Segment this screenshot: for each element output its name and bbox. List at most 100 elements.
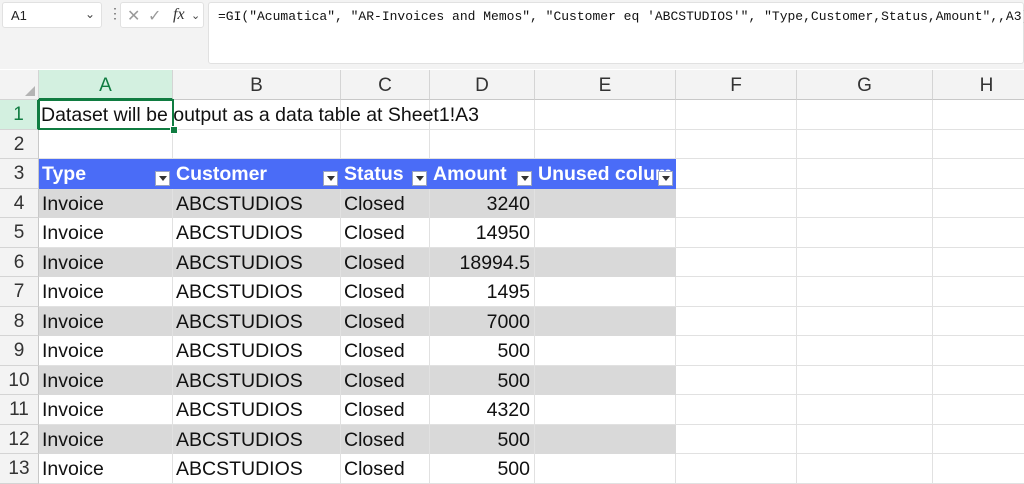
row-header-6[interactable]: 6 bbox=[0, 247, 39, 277]
table-cell[interactable]: Invoice bbox=[39, 336, 172, 366]
row-header-3[interactable]: 3 bbox=[0, 159, 39, 189]
table-cell[interactable]: ABCSTUDIOS bbox=[173, 277, 340, 307]
table-header-cell[interactable]: Customer bbox=[173, 159, 341, 189]
table-cell[interactable]: Closed bbox=[341, 218, 429, 248]
filter-dropdown-icon[interactable] bbox=[658, 171, 673, 186]
table-cell[interactable]: Invoice bbox=[39, 306, 172, 336]
chevron-down-icon[interactable]: ⌄ bbox=[85, 7, 95, 21]
column-header-d[interactable]: D bbox=[430, 70, 535, 100]
table-cell[interactable]: Invoice bbox=[39, 454, 172, 484]
table-cell[interactable]: Closed bbox=[341, 424, 429, 454]
chevron-down-icon[interactable]: ⌄ bbox=[191, 9, 200, 22]
row-header-10[interactable]: 10 bbox=[0, 365, 39, 395]
column-header-g[interactable]: G bbox=[797, 70, 933, 100]
formula-input[interactable]: =GI("Acumatica", "AR-Invoices and Memos"… bbox=[208, 2, 1024, 64]
table-cell[interactable]: 18994.5 bbox=[430, 247, 534, 277]
table-cell[interactable]: ABCSTUDIOS bbox=[173, 306, 340, 336]
table-cell[interactable] bbox=[535, 188, 676, 218]
table-cell[interactable]: Closed bbox=[341, 365, 429, 395]
table-cell[interactable] bbox=[535, 247, 676, 277]
table-cell[interactable] bbox=[535, 218, 676, 248]
row-header-4[interactable]: 4 bbox=[0, 188, 39, 218]
cancel-icon[interactable]: ✕ bbox=[127, 6, 140, 26]
fill-handle[interactable] bbox=[170, 126, 178, 134]
table-cell[interactable]: Invoice bbox=[39, 247, 172, 277]
row-header-13[interactable]: 13 bbox=[0, 454, 39, 484]
table-cell[interactable] bbox=[535, 454, 676, 484]
table-cell[interactable] bbox=[535, 336, 676, 366]
row-header-2[interactable]: 2 bbox=[0, 129, 39, 159]
table-cell[interactable]: Invoice bbox=[39, 424, 172, 454]
table-header-cell[interactable]: Status bbox=[341, 159, 430, 189]
table-cell[interactable] bbox=[535, 395, 676, 425]
name-box[interactable]: A1 ⌄ bbox=[2, 2, 102, 28]
table-cell[interactable]: 4320 bbox=[430, 395, 534, 425]
row-header-5[interactable]: 5 bbox=[0, 218, 39, 248]
row-header-11[interactable]: 11 bbox=[0, 395, 39, 425]
column-header-e[interactable]: E bbox=[535, 70, 676, 100]
enter-check-icon[interactable]: ✓ bbox=[148, 6, 161, 26]
table-cell[interactable]: ABCSTUDIOS bbox=[173, 424, 340, 454]
table-cell[interactable]: Invoice bbox=[39, 188, 172, 218]
table-cell[interactable]: ABCSTUDIOS bbox=[173, 365, 340, 395]
filter-dropdown-icon[interactable] bbox=[155, 171, 170, 186]
cell-a1-text[interactable]: Dataset will be output as a data table a… bbox=[41, 100, 479, 130]
table-cell[interactable]: Closed bbox=[341, 454, 429, 484]
table-cell[interactable]: Invoice bbox=[39, 395, 172, 425]
column-header-c[interactable]: C bbox=[341, 70, 430, 100]
table-cell[interactable]: Closed bbox=[341, 306, 429, 336]
column-header-b[interactable]: B bbox=[173, 70, 341, 100]
table-cell[interactable]: Closed bbox=[341, 395, 429, 425]
table-cell[interactable]: Invoice bbox=[39, 277, 172, 307]
table-cell[interactable] bbox=[535, 365, 676, 395]
table-cell[interactable]: Closed bbox=[341, 277, 429, 307]
table-cell[interactable]: 500 bbox=[430, 336, 534, 366]
formula-bar: A1 ⌄ ⋮ ✕ ✓ fx ⌄ =GI("Acumatica", "AR-Inv… bbox=[0, 0, 1024, 69]
name-box-value: A1 bbox=[11, 8, 27, 23]
table-cell[interactable]: Closed bbox=[341, 336, 429, 366]
table-cell[interactable] bbox=[535, 306, 676, 336]
table-header-label: Unused colum bbox=[538, 163, 673, 185]
column-header-a[interactable]: A bbox=[39, 70, 173, 100]
select-all-icon bbox=[25, 86, 35, 96]
table-header-cell[interactable]: Amount bbox=[430, 159, 535, 189]
table-cell[interactable]: 500 bbox=[430, 365, 534, 395]
table-cell[interactable]: ABCSTUDIOS bbox=[173, 336, 340, 366]
column-header-h[interactable]: H bbox=[933, 70, 1024, 100]
filter-dropdown-icon[interactable] bbox=[517, 171, 532, 186]
table-cell[interactable]: 500 bbox=[430, 454, 534, 484]
table-cell[interactable]: 14950 bbox=[430, 218, 534, 248]
row-header-7[interactable]: 7 bbox=[0, 277, 39, 307]
row-header-12[interactable]: 12 bbox=[0, 424, 39, 454]
select-all-button[interactable] bbox=[0, 70, 39, 100]
table-cell[interactable]: ABCSTUDIOS bbox=[173, 188, 340, 218]
table-cell[interactable]: 1495 bbox=[430, 277, 534, 307]
table-cell[interactable]: 3240 bbox=[430, 188, 534, 218]
table-cell[interactable]: ABCSTUDIOS bbox=[173, 218, 340, 248]
table-header-cell[interactable]: Type bbox=[39, 159, 173, 189]
table-header-label: Status bbox=[344, 163, 404, 185]
row-header-1[interactable]: 1 bbox=[0, 100, 39, 130]
table-cell[interactable]: ABCSTUDIOS bbox=[173, 395, 340, 425]
formula-text: =GI("Acumatica", "AR-Invoices and Memos"… bbox=[218, 9, 1024, 24]
filter-dropdown-icon[interactable] bbox=[323, 171, 338, 186]
table-cell[interactable]: Invoice bbox=[39, 365, 172, 395]
table-cell[interactable]: 7000 bbox=[430, 306, 534, 336]
table-cell[interactable] bbox=[535, 424, 676, 454]
row-header-8[interactable]: 8 bbox=[0, 306, 39, 336]
table-cell[interactable]: 500 bbox=[430, 424, 534, 454]
row-header-9[interactable]: 9 bbox=[0, 336, 39, 366]
filter-dropdown-icon[interactable] bbox=[412, 171, 427, 186]
table-header-label: Customer bbox=[176, 163, 268, 185]
table-cell[interactable]: Closed bbox=[341, 247, 429, 277]
column-header-f[interactable]: F bbox=[676, 70, 797, 100]
table-cell[interactable] bbox=[535, 277, 676, 307]
insert-function-button[interactable]: fx bbox=[173, 6, 185, 24]
table-header-label: Amount bbox=[433, 163, 507, 185]
table-cell[interactable]: ABCSTUDIOS bbox=[173, 454, 340, 484]
table-cell[interactable]: Closed bbox=[341, 188, 429, 218]
table-cell[interactable]: Invoice bbox=[39, 218, 172, 248]
table-cell[interactable]: ABCSTUDIOS bbox=[173, 247, 340, 277]
formula-buttons: ✕ ✓ fx ⌄ bbox=[120, 2, 204, 28]
table-header-cell[interactable]: Unused colum bbox=[535, 159, 676, 189]
